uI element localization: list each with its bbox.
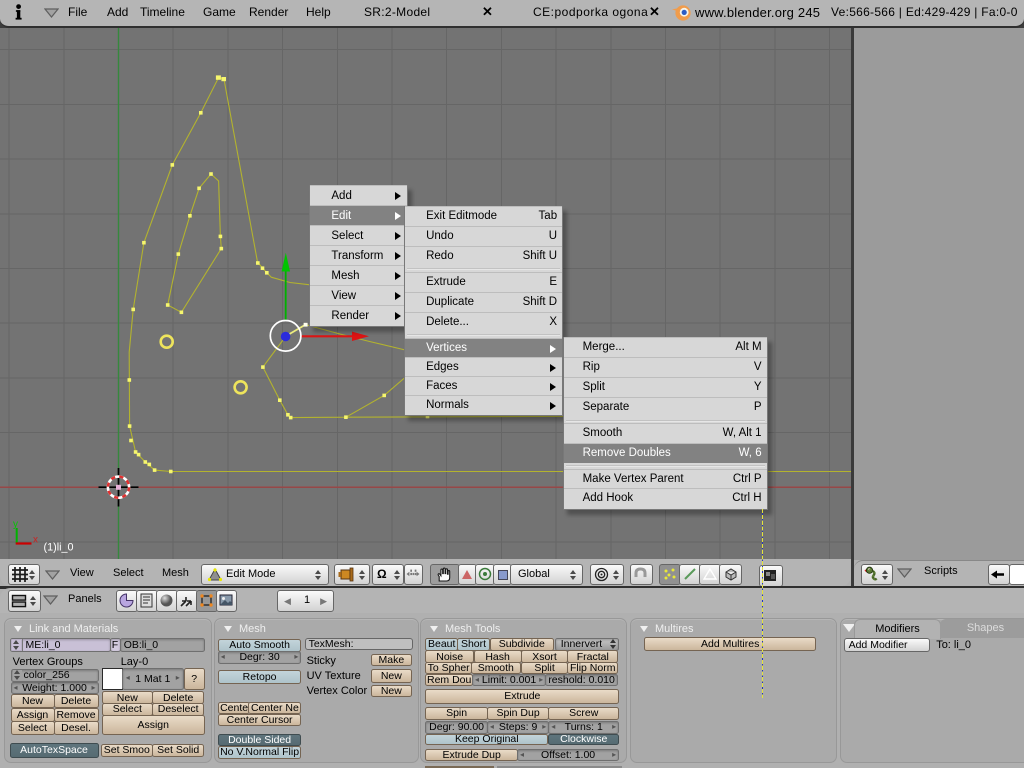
svg-text:x: x xyxy=(33,535,38,546)
svg-text:y: y xyxy=(13,519,18,530)
svg-text:(1)li_0: (1)li_0 xyxy=(44,542,74,554)
